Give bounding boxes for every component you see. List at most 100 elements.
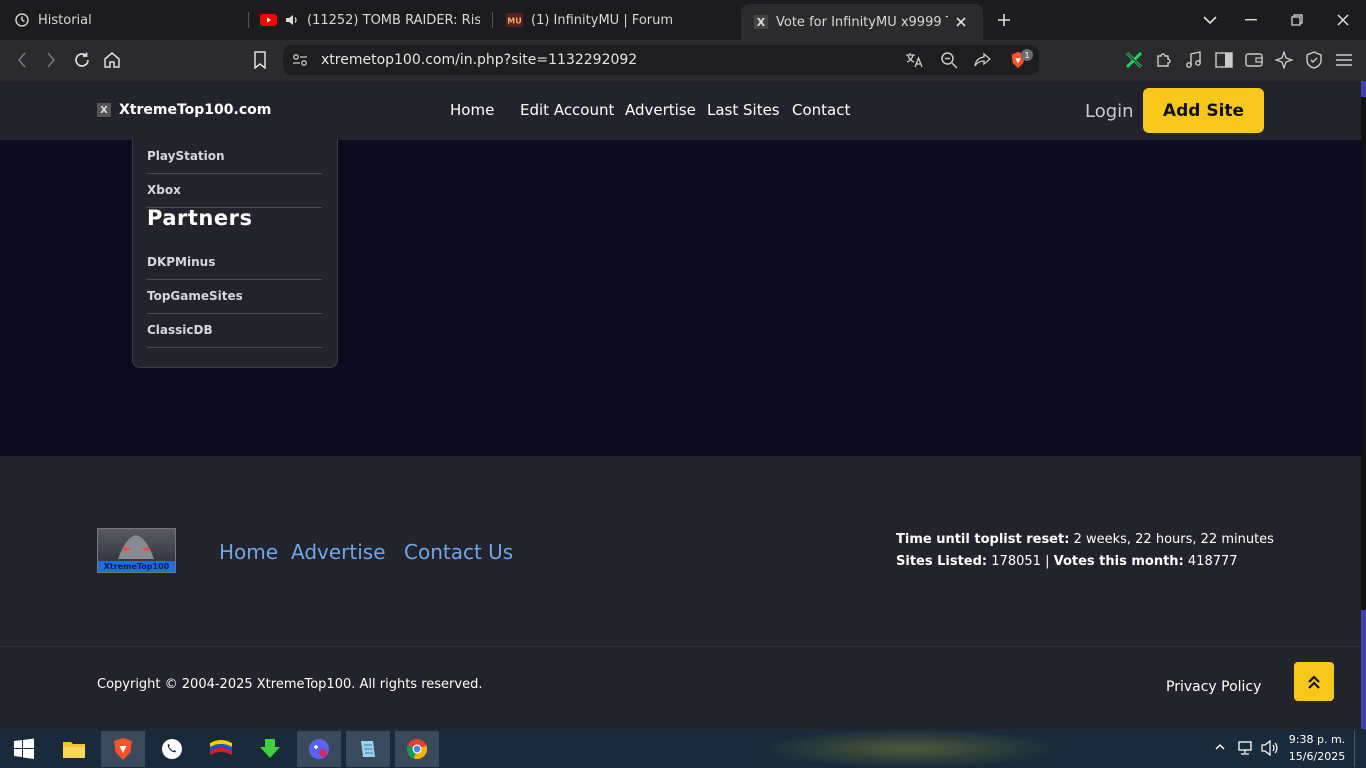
close-icon[interactable] — [956, 17, 966, 27]
nav-advertise[interactable]: Advertise — [625, 101, 696, 119]
reset-value: 2 weeks, 22 hours, 22 minutes — [1073, 532, 1274, 547]
divider — [147, 173, 322, 174]
partner-dkpminus[interactable]: DKPMinus — [147, 255, 215, 269]
tab-label: Vote for InfinityMU x9999 Top S3 — [776, 14, 948, 30]
reset-label: Time until toplist reset: — [896, 532, 1070, 547]
toplist-reset: Time until toplist reset: 2 weeks, 22 ho… — [896, 532, 1274, 547]
translate-icon[interactable] — [905, 51, 923, 69]
bookmark-icon[interactable] — [250, 50, 270, 70]
media-music-icon[interactable] — [1185, 51, 1203, 69]
tab-label: Historial — [38, 12, 92, 28]
sites-value: 178051 — [991, 554, 1041, 569]
partner-classicdb[interactable]: ClassicDB — [147, 323, 213, 337]
scrollbar-thumb[interactable] — [1361, 610, 1366, 729]
tab-vote-infinitymu[interactable]: X Vote for InfinityMU x9999 Top S3 — [741, 4, 983, 40]
volume-icon[interactable] — [1261, 739, 1279, 759]
sidebar-item-xbox[interactable]: Xbox — [147, 183, 181, 197]
chrome-browser-icon[interactable] — [395, 731, 439, 767]
extension-xtreme-icon[interactable] — [1125, 51, 1143, 69]
footer-link-home[interactable]: Home — [219, 540, 278, 564]
taskbar-wallpaper — [760, 729, 1060, 768]
tray-chevron-up-icon[interactable] — [1215, 740, 1225, 754]
tab-infinitymu-forum[interactable]: MU (1) InfinityMU | Forum — [506, 0, 731, 40]
windows-start-icon[interactable] — [2, 731, 46, 767]
vpn-shield-icon[interactable] — [1305, 51, 1323, 69]
login-link[interactable]: Login — [1085, 101, 1134, 122]
show-desktop-button[interactable] — [1354, 731, 1362, 767]
url-text[interactable]: xtremetop100.com/in.php?site=1132292092 — [321, 52, 637, 68]
add-site-button[interactable]: Add Site — [1143, 88, 1264, 133]
app-flag-icon[interactable] — [199, 731, 243, 767]
menu-hamburger-icon[interactable] — [1335, 51, 1353, 69]
history-icon — [14, 12, 30, 28]
gamepad-app-icon[interactable] — [297, 731, 341, 767]
svg-text:X: X — [757, 16, 766, 29]
minimize-window-button[interactable] — [1241, 10, 1261, 30]
votes-value: 418777 — [1187, 554, 1238, 569]
sites-label: Sites Listed: — [896, 554, 988, 569]
tab-list-chevron-icon[interactable] — [1200, 10, 1220, 30]
sidebar-toggle-icon[interactable] — [1215, 51, 1233, 69]
tab-historial[interactable]: Historial — [14, 0, 244, 40]
partners-title: Partners — [147, 206, 253, 230]
divider — [147, 347, 322, 348]
whatsapp-icon[interactable] — [150, 731, 194, 767]
nav-home[interactable]: Home — [450, 101, 494, 119]
clock-date: 15/6/2025 — [1288, 750, 1346, 763]
forward-button[interactable] — [41, 50, 61, 70]
votes-label: Votes this month: — [1053, 554, 1184, 569]
taskbar-clock[interactable]: 9:38 p. m. 15/6/2025 — [1285, 731, 1349, 765]
stats-separator: | — [1045, 554, 1050, 569]
nav-contact[interactable]: Contact — [792, 101, 850, 119]
svg-text:MU: MU — [507, 17, 521, 26]
scrollbar-thumb-top[interactable] — [1361, 81, 1366, 97]
footer-link-contact-us[interactable]: Contact Us — [404, 540, 513, 564]
scroll-to-top-button[interactable] — [1294, 662, 1334, 701]
brave-browser-icon[interactable] — [101, 731, 145, 767]
nav-edit-account[interactable]: Edit Account — [520, 101, 614, 119]
footer-logo[interactable]: XtremeTop100 — [97, 528, 176, 573]
file-explorer-icon[interactable] — [52, 731, 96, 767]
close-window-button[interactable] — [1333, 10, 1353, 30]
divider — [147, 313, 322, 314]
tab-separator — [248, 12, 249, 28]
mu-icon: MU — [506, 13, 523, 27]
site-stats: Sites Listed: 178051 | Votes this month:… — [896, 554, 1238, 569]
zoom-out-icon[interactable] — [940, 51, 958, 69]
wallet-icon[interactable] — [1245, 51, 1263, 69]
logo-face-icon — [118, 535, 154, 559]
partner-topgamesites[interactable]: TopGameSites — [147, 289, 243, 303]
site-brand[interactable]: X XtremeTop100.com — [97, 102, 271, 118]
clock-time: 9:38 p. m. — [1288, 733, 1346, 746]
notepad-app-icon[interactable] — [346, 731, 390, 767]
restore-window-button[interactable] — [1287, 10, 1307, 30]
youtube-icon — [260, 14, 277, 26]
footer-logo-text: XtremeTop100 — [98, 561, 175, 572]
home-button[interactable] — [102, 50, 122, 70]
speaker-icon[interactable] — [285, 14, 299, 26]
sidebar-item-playstation[interactable]: PlayStation — [147, 149, 225, 163]
share-icon[interactable] — [974, 51, 992, 69]
xtreme-icon: X — [754, 15, 768, 29]
extensions-puzzle-icon[interactable] — [1155, 51, 1173, 69]
new-tab-button[interactable] — [994, 10, 1014, 30]
site-info-icon[interactable] — [290, 50, 310, 70]
divider — [147, 279, 322, 280]
leo-ai-icon[interactable] — [1275, 51, 1293, 69]
copyright: Copyright © 2004-2025 XtremeTop100. All … — [97, 677, 483, 692]
download-manager-icon[interactable] — [248, 731, 292, 767]
nav-last-sites[interactable]: Last Sites — [707, 101, 780, 119]
back-button[interactable] — [12, 50, 32, 70]
tab-youtube[interactable]: (11252) TOMB RAIDER: Rise of Th — [260, 0, 480, 40]
tab-label: (11252) TOMB RAIDER: Rise of Th — [307, 12, 480, 28]
tab-label: (1) InfinityMU | Forum — [531, 12, 674, 28]
privacy-policy-link[interactable]: Privacy Policy — [1166, 679, 1261, 695]
footer-divider — [0, 646, 1361, 647]
shield-badge: 1 — [1021, 49, 1033, 61]
network-icon[interactable] — [1237, 740, 1255, 759]
reload-button[interactable] — [72, 50, 92, 70]
brand-logo-icon: X — [97, 103, 111, 117]
brand-name: XtremeTop100.com — [119, 102, 272, 118]
footer-link-advertise[interactable]: Advertise — [291, 540, 386, 564]
double-chevron-up-icon — [1308, 674, 1320, 689]
